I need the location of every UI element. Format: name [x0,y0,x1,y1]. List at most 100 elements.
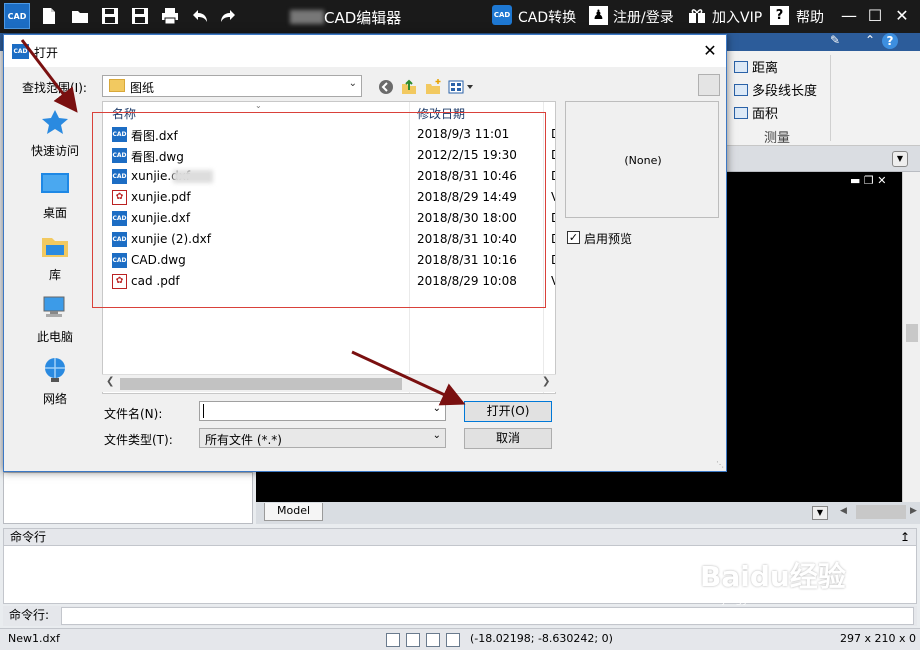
snap-icon[interactable] [386,633,400,647]
file-name: xunjie.pdf [131,190,191,204]
ribbon-help-icon[interactable]: ? [882,33,898,49]
close-window-icon[interactable]: ✕ [891,5,913,27]
save-icon[interactable] [101,7,119,25]
ribbon-measure-panel: 距离 多段线长度 面积 测量 [726,51,920,146]
grid-icon[interactable] [406,633,420,647]
status-coordinates: (-18.02198; -8.630242; 0) [470,632,613,645]
status-filename: New1.dxf [8,632,60,645]
resize-grip-icon[interactable]: ⋱ [716,460,724,469]
vscroll-thumb[interactable] [906,324,918,342]
hscroll-left-icon[interactable]: ◀ [840,506,847,516]
open-folder-icon[interactable] [71,7,89,25]
pin-icon[interactable]: ↥ [900,529,910,545]
chevron-down-icon[interactable]: ⌄ [433,403,441,414]
minimize-icon[interactable]: — [838,5,860,27]
scroll-right-icon[interactable]: ❯ [542,376,550,387]
cancel-button[interactable]: 取消 [464,428,552,449]
command-input[interactable] [61,607,914,625]
model-tab[interactable]: Model [264,503,324,521]
file-row[interactable]: CAD xunjie.dxf 2018/8/31 10:46 D [103,166,555,187]
drawing-canvas-lower[interactable] [256,472,726,502]
file-row[interactable]: ✿ cad .pdf 2018/8/29 10:08 V [103,271,555,292]
file-name: xunjie.dxf [131,211,191,225]
drawing-window-controls[interactable]: ▬ ❐ ✕ [850,174,886,187]
cad-file-icon: CAD [112,253,127,268]
print-icon[interactable] [161,7,179,25]
ribbon-collapse-icon[interactable]: ⌃ [865,33,875,51]
filetype-dropdown[interactable]: 所有文件 (*.*) ⌄ [199,428,446,448]
file-row[interactable]: ✿ xunjie.pdf 2018/8/29 14:49 V [103,187,555,208]
distance-icon [734,61,748,73]
hscroll-right-icon[interactable]: ▶ [910,506,917,516]
save-as-icon[interactable] [131,7,149,25]
desktop-icon [41,173,69,193]
file-row[interactable]: CAD CAD.dwg 2018/8/31 10:16 D [103,250,555,271]
register-login-link[interactable]: 注册/登录 [613,7,674,27]
place-desktop[interactable]: 桌面 [16,171,94,221]
maximize-icon[interactable]: ☐ [864,5,886,27]
command-input-label: 命令行: [9,608,50,622]
doc-list-dropdown-icon[interactable]: ▼ [892,151,908,167]
place-this-pc[interactable]: 此电脑 [16,295,94,345]
place-libraries[interactable]: 库 [16,233,94,283]
file-row[interactable]: CAD 看图.dwg 2012/2/15 19:30 D [103,145,555,166]
file-row[interactable]: CAD xunjie.dxf 2018/8/30 18:00 D [103,208,555,229]
file-row[interactable]: CAD xunjie (2).dxf 2018/8/31 10:40 D [103,229,555,250]
place-label: 此电脑 [36,330,73,344]
file-list[interactable]: 名称 ⌄ 修改日期 CAD 看图.dxf 2018/9/3 11:01 D CA… [102,101,556,394]
name-blur [173,170,213,183]
join-vip-link[interactable]: 加入VIP [712,7,762,27]
undo-icon[interactable] [191,7,209,25]
ortho-icon[interactable] [426,633,440,647]
file-date: 2018/8/29 10:08 [417,274,517,288]
dialog-close-icon[interactable]: ✕ [699,41,721,61]
drawing-vertical-scrollbar[interactable] [902,172,920,502]
measure-polyline-length-button[interactable]: 多段线长度 [734,80,817,99]
place-network[interactable]: 网络 [16,357,94,407]
column-header-date[interactable]: 修改日期 [417,105,465,122]
file-type: D [551,232,555,246]
app-logo[interactable]: CAD [4,3,30,29]
place-quick-access[interactable]: 快速访问 [16,109,94,159]
scroll-left-icon[interactable]: ❮ [106,376,114,387]
look-in-label: 查找范围(I): [22,81,87,95]
look-in-dropdown[interactable]: 图纸 ⌄ [102,75,362,97]
new-file-icon[interactable] [40,7,58,25]
ribbon-edit-icon[interactable]: ✎ [830,33,840,51]
pdf-file-icon: ✿ [112,274,127,289]
back-icon[interactable] [377,78,395,96]
file-type: D [551,211,555,225]
measure-area-button[interactable]: 面积 [734,103,778,122]
enable-preview-checkbox[interactable]: ✓ [567,231,580,244]
open-button[interactable]: 打开(O) [464,401,552,422]
layout-dropdown-icon[interactable]: ▼ [812,506,828,520]
filename-input[interactable]: ⌄ [199,401,446,421]
file-name: xunjie (2).dxf [131,232,211,246]
drawing-canvas[interactable]: ▬ ❐ ✕ [726,172,902,502]
osnap-icon[interactable] [446,633,460,647]
file-name: cad .pdf [131,274,180,288]
measure-distance-button[interactable]: 距离 [734,57,778,76]
hscroll-thumb[interactable] [120,378,402,390]
vip-gift-icon[interactable] [688,8,706,24]
view-menu-icon[interactable] [448,78,476,96]
user-icon[interactable]: ♟ [589,6,608,25]
redo-icon[interactable] [219,7,237,25]
help-link[interactable]: 帮助 [796,7,824,27]
command-line-title: 命令行 [10,530,47,544]
column-header-name[interactable]: 名称 [112,105,136,122]
cad-convert-icon[interactable]: CAD [492,5,512,25]
filetype-value: 所有文件 (*.*) [205,433,282,447]
cad-convert-link[interactable]: CAD转换 [518,7,576,27]
preview-toggle-icon[interactable] [698,74,720,96]
drawing-hscroll-thumb[interactable] [856,505,906,519]
area-icon [734,107,748,119]
network-icon [45,358,65,382]
file-type: D [551,169,555,183]
file-row[interactable]: CAD 看图.dxf 2018/9/3 11:01 D [103,124,555,145]
file-list-hscrollbar[interactable]: ❮ ❯ [102,374,556,392]
new-folder-icon[interactable] [424,78,442,96]
help-icon[interactable]: ? [770,6,789,25]
up-folder-icon[interactable] [400,78,418,96]
chevron-down-icon: ⌄ [432,430,441,441]
